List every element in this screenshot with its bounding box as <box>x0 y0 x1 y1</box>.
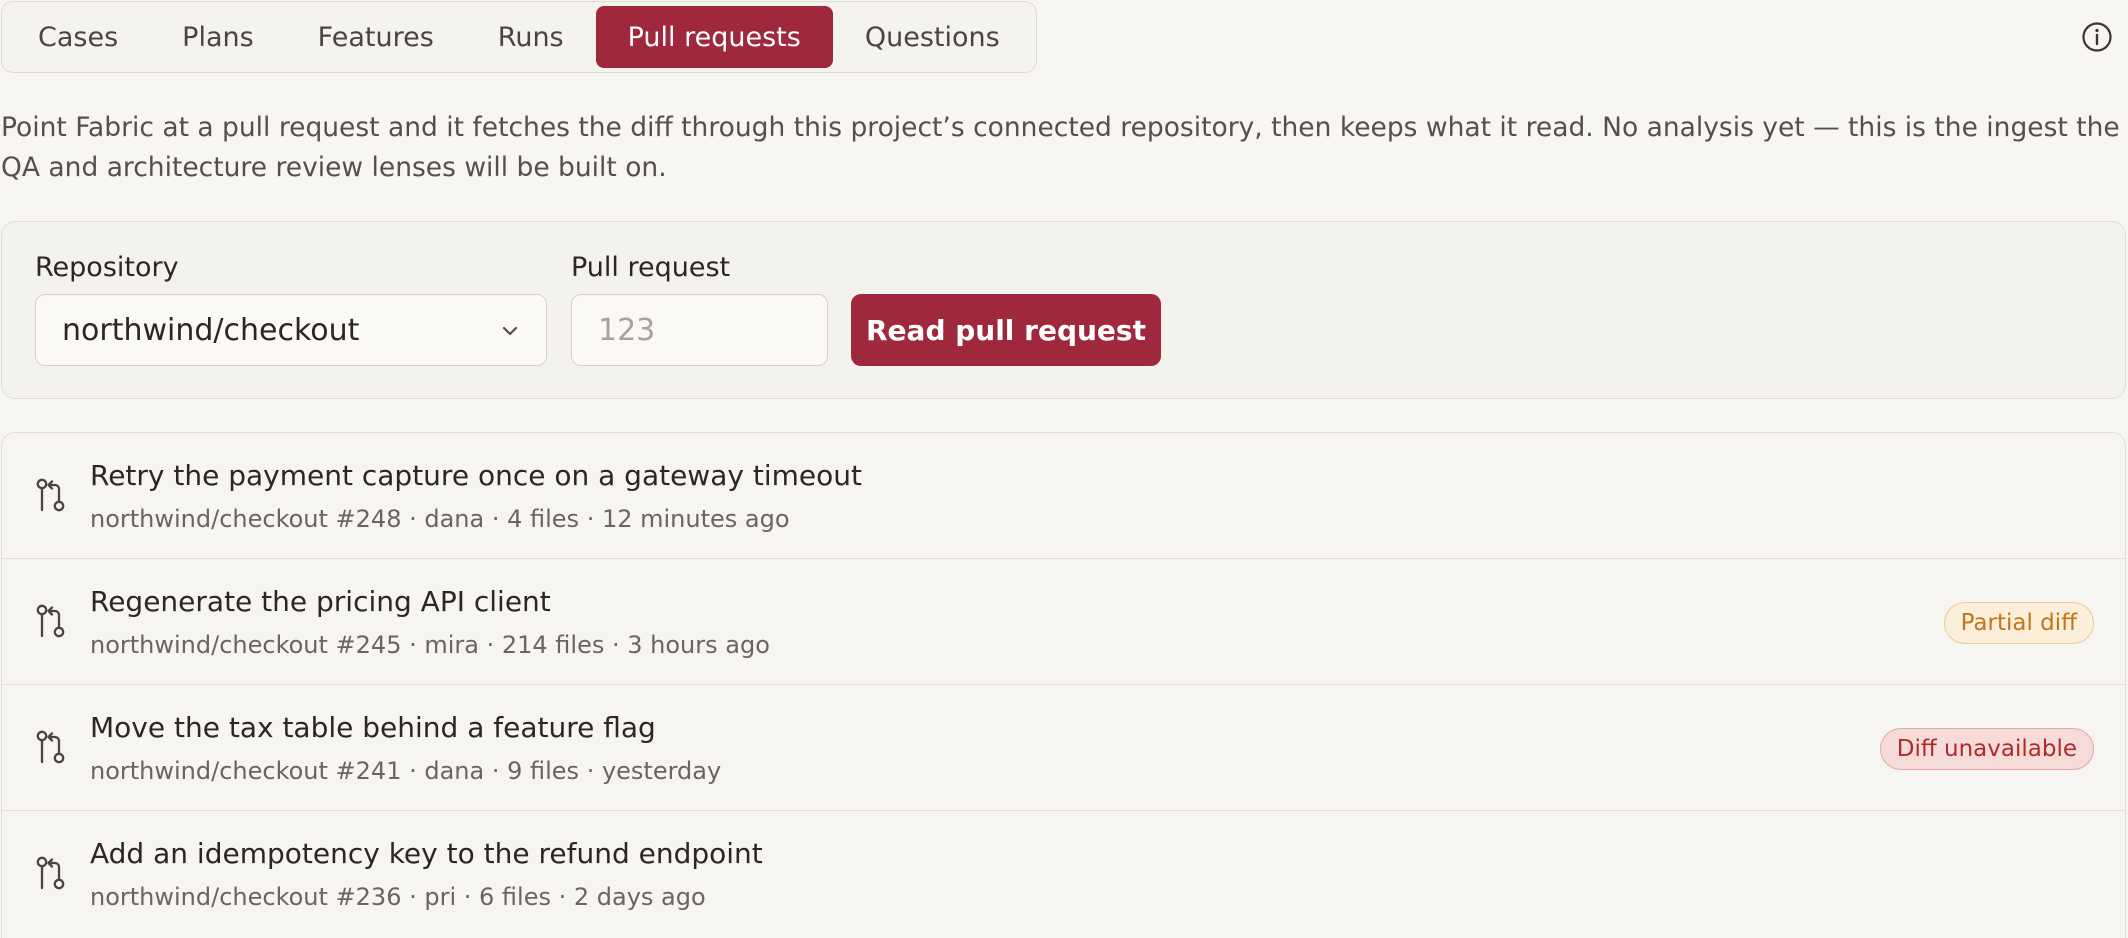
pull-request-meta: northwind/checkout #236 · pri · 6 files … <box>90 883 706 911</box>
pull-request-icon <box>36 604 65 638</box>
read-pull-request-button[interactable]: Read pull request <box>851 294 1161 366</box>
pull-request-row[interactable]: Regenerate the pricing API client northw… <box>2 559 2125 685</box>
pull-request-meta: northwind/checkout #245 · mira · 214 fil… <box>90 631 770 659</box>
pull-request-title: Move the tax table behind a feature flag <box>90 711 656 744</box>
chevron-down-icon <box>502 326 518 336</box>
tab-runs[interactable]: Runs <box>466 6 596 68</box>
tab-features[interactable]: Features <box>286 6 466 68</box>
tab-cases[interactable]: Cases <box>6 6 150 68</box>
section-tabs: Cases Plans Features Runs Pull requests … <box>1 1 1037 73</box>
pull-request-list: Retry the payment capture once on a gate… <box>1 432 2126 938</box>
pull-request-title: Regenerate the pricing API client <box>90 585 551 618</box>
pull-request-row[interactable]: Add an idempotency key to the refund end… <box>2 811 2125 937</box>
tab-plans[interactable]: Plans <box>150 6 286 68</box>
pull-request-title: Add an idempotency key to the refund end… <box>90 837 763 870</box>
pull-request-form: Repository northwind/checkout Pull reque… <box>1 221 2126 399</box>
pull-request-row[interactable]: Retry the payment capture once on a gate… <box>2 433 2125 559</box>
repository-select-value: northwind/checkout <box>62 312 360 348</box>
intro-text: Point Fabric at a pull request and it fe… <box>1 112 2120 183</box>
tab-pull-requests[interactable]: Pull requests <box>595 6 833 68</box>
repository-label: Repository <box>35 252 179 283</box>
partial-diff-badge: Partial diff <box>1943 602 2094 644</box>
repository-select[interactable]: northwind/checkout <box>35 294 547 366</box>
pull-requests-page: Cases Plans Features Runs Pull requests … <box>0 0 2128 938</box>
diff-unavailable-badge: Diff unavailable <box>1879 728 2094 770</box>
pull-request-number-input[interactable] <box>571 294 828 366</box>
tab-questions[interactable]: Questions <box>833 6 1032 68</box>
pull-request-icon <box>36 478 65 512</box>
pull-request-title: Retry the payment capture once on a gate… <box>90 459 862 492</box>
pull-request-icon <box>36 730 65 764</box>
pull-request-meta: northwind/checkout #241 · dana · 9 files… <box>90 757 722 785</box>
pull-request-icon <box>36 856 65 890</box>
pull-request-label: Pull request <box>571 252 731 283</box>
pull-request-meta: northwind/checkout #248 · dana · 4 files… <box>90 505 790 533</box>
pull-request-row[interactable]: Move the tax table behind a feature flag… <box>2 685 2125 811</box>
info-circle-icon[interactable] <box>2080 20 2114 54</box>
